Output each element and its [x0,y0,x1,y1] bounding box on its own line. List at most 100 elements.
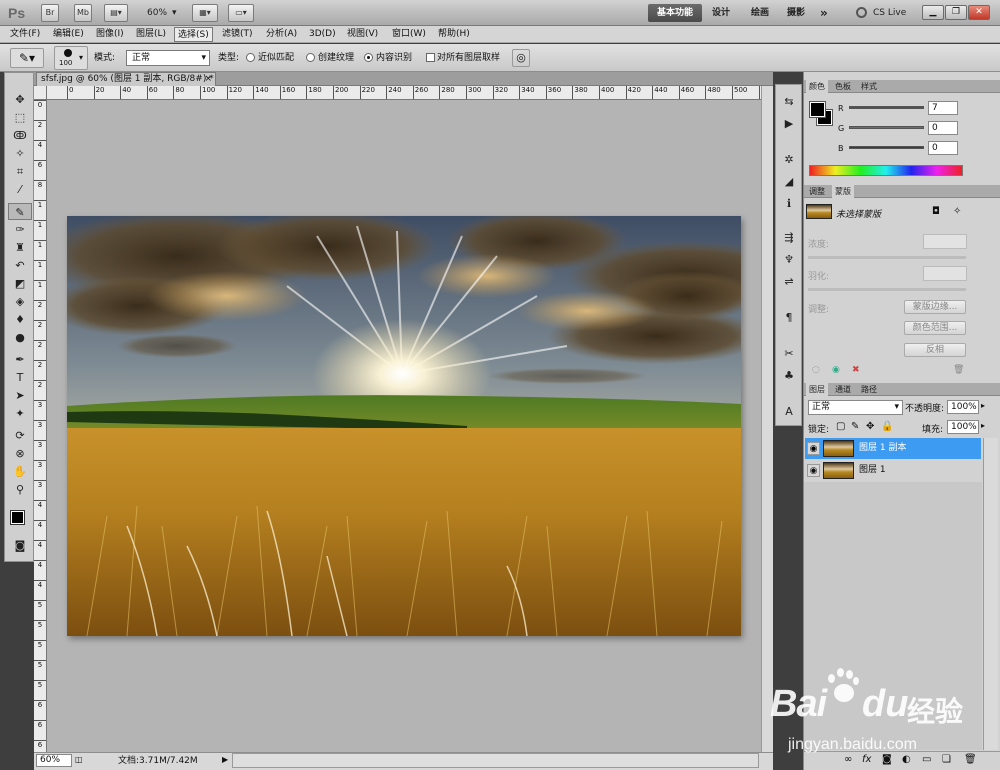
visibility-eye-icon[interactable]: ◉ [832,365,840,375]
radio-create-texture[interactable] [306,53,315,62]
mode-select[interactable]: 正常 ▾ [126,50,210,66]
3d-rotate-tool-icon[interactable]: ⟳ [8,427,32,444]
type-tool-icon[interactable]: T [8,369,32,386]
g-slider[interactable] [849,126,924,129]
navigator-icon[interactable]: ✲ [779,151,799,169]
close-tab-icon[interactable]: × [204,73,212,86]
path-selection-tool-icon[interactable]: ➤ [8,387,32,404]
tab-color[interactable]: 颜色 [806,80,828,93]
pixel-mask-icon[interactable]: ◘ [932,206,940,217]
zoom-tool-icon[interactable]: ⚲ [8,481,32,498]
tab-adjustments[interactable]: 调整 [806,185,828,198]
info-icon[interactable]: ℹ [779,195,799,213]
crop-tool-icon[interactable]: ⌗ [8,163,32,180]
radio-proximity-match[interactable] [246,53,255,62]
b-value-field[interactable]: 0 [928,141,958,155]
paragraph-icon[interactable]: ¶ [779,309,799,327]
menu-help[interactable]: 帮助(H) [435,27,473,42]
marquee-tool-icon[interactable]: ⬚ [8,109,32,126]
layer-row[interactable]: ◉ 图层 1 副本 [805,438,981,459]
mini-bridge-button[interactable]: Mb [74,4,92,22]
blend-mode-select[interactable]: 正常 ▾ [808,400,903,415]
apply-mask-icon[interactable]: ✖ [852,365,860,375]
tab-channels[interactable]: 通道 [832,383,854,396]
foreground-color-swatch[interactable] [10,510,25,525]
menu-view[interactable]: 视图(V) [344,27,381,42]
menu-window[interactable]: 窗口(W) [389,27,429,42]
brushes-icon[interactable]: ⇶ [779,229,799,247]
bridge-button[interactable]: Br [41,4,59,22]
status-menu-arrow-icon[interactable]: ▶ [222,755,228,764]
more-workspaces-button[interactable]: » [820,4,828,22]
histogram-icon[interactable]: ◢ [779,173,799,191]
zoom-level-dropdown[interactable]: 60% [147,4,167,22]
tab-swatches[interactable]: 色板 [832,80,854,93]
fill-field[interactable]: 100% [947,420,979,434]
menu-edit[interactable]: 编辑(E) [50,27,87,42]
menu-layer[interactable]: 图层(L) [133,27,169,42]
fill-arrow-icon[interactable]: ▸ [981,421,985,430]
workspace-design[interactable]: 设计 [712,4,730,22]
workspace-painting[interactable]: 绘画 [751,4,769,22]
opacity-arrow-icon[interactable]: ▸ [981,401,985,410]
restore-button[interactable]: ❐ [945,5,967,20]
tab-paths[interactable]: 路径 [858,383,880,396]
menu-filter[interactable]: 滤镜(T) [219,27,256,42]
feather-slider[interactable] [808,288,966,291]
view-extras-button[interactable]: ▤▾ [104,4,128,22]
quick-mask-icon[interactable]: ◙ [8,537,32,554]
menu-3d[interactable]: 3D(D) [306,27,339,42]
sample-all-layers-checkbox[interactable] [426,53,435,62]
mask-edge-button[interactable]: 蒙版边缘... [904,300,966,314]
scissors-icon[interactable]: ✂ [779,345,799,363]
eraser-tool-icon[interactable]: ◩ [8,275,32,292]
lasso-tool-icon[interactable]: ↂ [8,127,32,144]
screen-mode-button[interactable]: ▭▾ [228,4,254,22]
density-slider[interactable] [808,256,966,259]
actions-icon[interactable]: ▶ [779,115,799,133]
close-button[interactable]: ✕ [968,5,990,20]
panel-foreground-swatch[interactable] [809,101,826,118]
brush-tool-icon[interactable]: ✑ [8,221,32,238]
density-field[interactable] [923,234,967,249]
radio-content-aware[interactable] [364,53,373,62]
vertical-scrollbar[interactable] [761,86,773,752]
eyedropper-tool-icon[interactable]: ⁄ [8,181,32,198]
history-brush-tool-icon[interactable]: ↶ [8,257,32,274]
dodge-tool-icon[interactable]: ● [8,329,32,346]
vector-mask-icon[interactable]: ✧ [953,206,961,217]
lock-all-icon[interactable]: 🔒 [881,421,893,432]
blur-tool-icon[interactable]: ♦ [8,311,32,328]
paint-bucket-tool-icon[interactable]: ◈ [8,293,32,310]
opacity-field[interactable]: 100% [947,400,979,414]
r-slider[interactable] [849,106,924,109]
horizontal-ruler[interactable]: 0 20 40 60 80 100 120 140 160 180 200 220 240 260 280 3… [47,86,761,100]
quick-selection-tool-icon[interactable]: ✧ [8,145,32,162]
tab-layers[interactable]: 图层 [806,383,828,396]
styles-icon[interactable]: ♣ [779,367,799,385]
arrange-documents-button[interactable]: ▦▾ [192,4,218,22]
clone-source-icon[interactable]: ♆ [779,251,799,269]
lock-position-icon[interactable]: ✥ [866,421,874,432]
feather-field[interactable] [923,266,967,281]
workspace-photography[interactable]: 摄影 [787,4,805,22]
g-value-field[interactable]: 0 [928,121,958,135]
lock-image-icon[interactable]: ✎ [851,421,859,432]
document-tab[interactable]: sfsf.jpg @ 60% (图层 1 副本, RGB/8#) * × [36,72,216,86]
menu-file[interactable]: 文件(F) [7,27,43,42]
hand-tool-icon[interactable]: ✋ [8,463,32,480]
tab-masks[interactable]: 蒙版 [832,185,854,198]
tool-preset-picker[interactable]: ✎▾ [10,48,44,68]
pressure-icon[interactable]: ◎ [512,49,530,67]
invert-button[interactable]: 反相 [904,343,966,357]
3d-orbit-tool-icon[interactable]: ⊗ [8,445,32,462]
menu-image[interactable]: 图像(I) [93,27,127,42]
lock-transparency-icon[interactable]: ▢ [836,421,845,432]
ruler-origin[interactable] [34,86,47,100]
brush-picker[interactable]: 100 ▾ [54,46,88,70]
menu-select[interactable]: 选择(S) [174,27,213,42]
minimize-button[interactable]: ▁ [922,5,944,20]
cslive-menu[interactable]: CS Live [873,4,906,22]
tool-presets-icon[interactable]: ⇌ [779,273,799,291]
history-icon[interactable]: ⇆ [779,93,799,111]
